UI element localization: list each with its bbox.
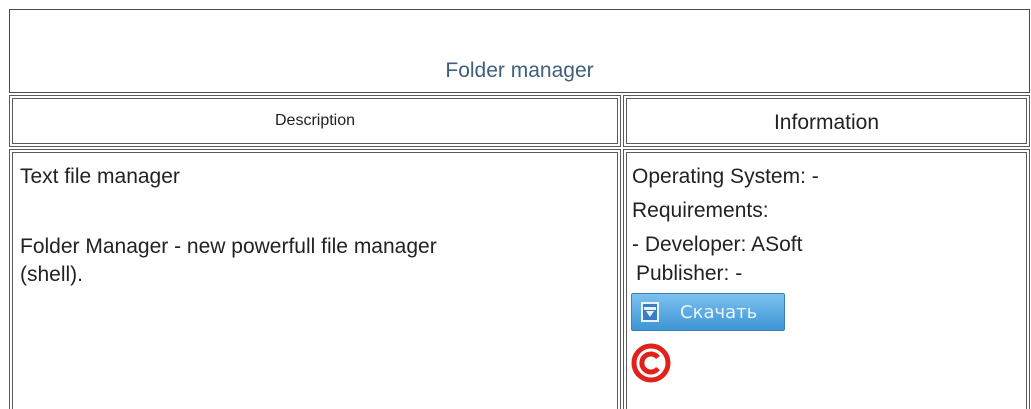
download-label: Скачать [680,302,758,323]
page-title: Folder manager [445,59,594,82]
header-description-inner: Description [12,98,618,144]
copyright-icon [631,343,671,383]
header-information-inner: Information [626,98,1027,144]
description-inner: Text file manager Folder Manager - new p… [12,152,618,409]
header-information: Information [773,111,880,134]
operating-system: Operating System: - [632,165,819,188]
description-cell: Text file manager Folder Manager - new p… [9,149,621,409]
header-description: Description [274,112,356,129]
download-button[interactable]: Скачать [631,293,785,331]
description-long-line2: (shell). [20,263,84,286]
description-short: Text file manager [20,165,180,188]
developer: - Developer: ASoft [632,233,803,256]
information-inner: Operating System: - Requirements: - Deve… [626,152,1027,409]
title-box: Folder manager [9,9,1030,93]
header-information-cell: Information [623,95,1030,147]
download-icon [641,302,659,322]
description-long-line1: Folder Manager - new powerfull file mana… [20,235,437,258]
information-cell: Operating System: - Requirements: - Deve… [623,149,1030,409]
header-description-cell: Description [9,95,621,147]
publisher: Publisher: - [636,262,743,285]
requirements: Requirements: [632,199,769,222]
